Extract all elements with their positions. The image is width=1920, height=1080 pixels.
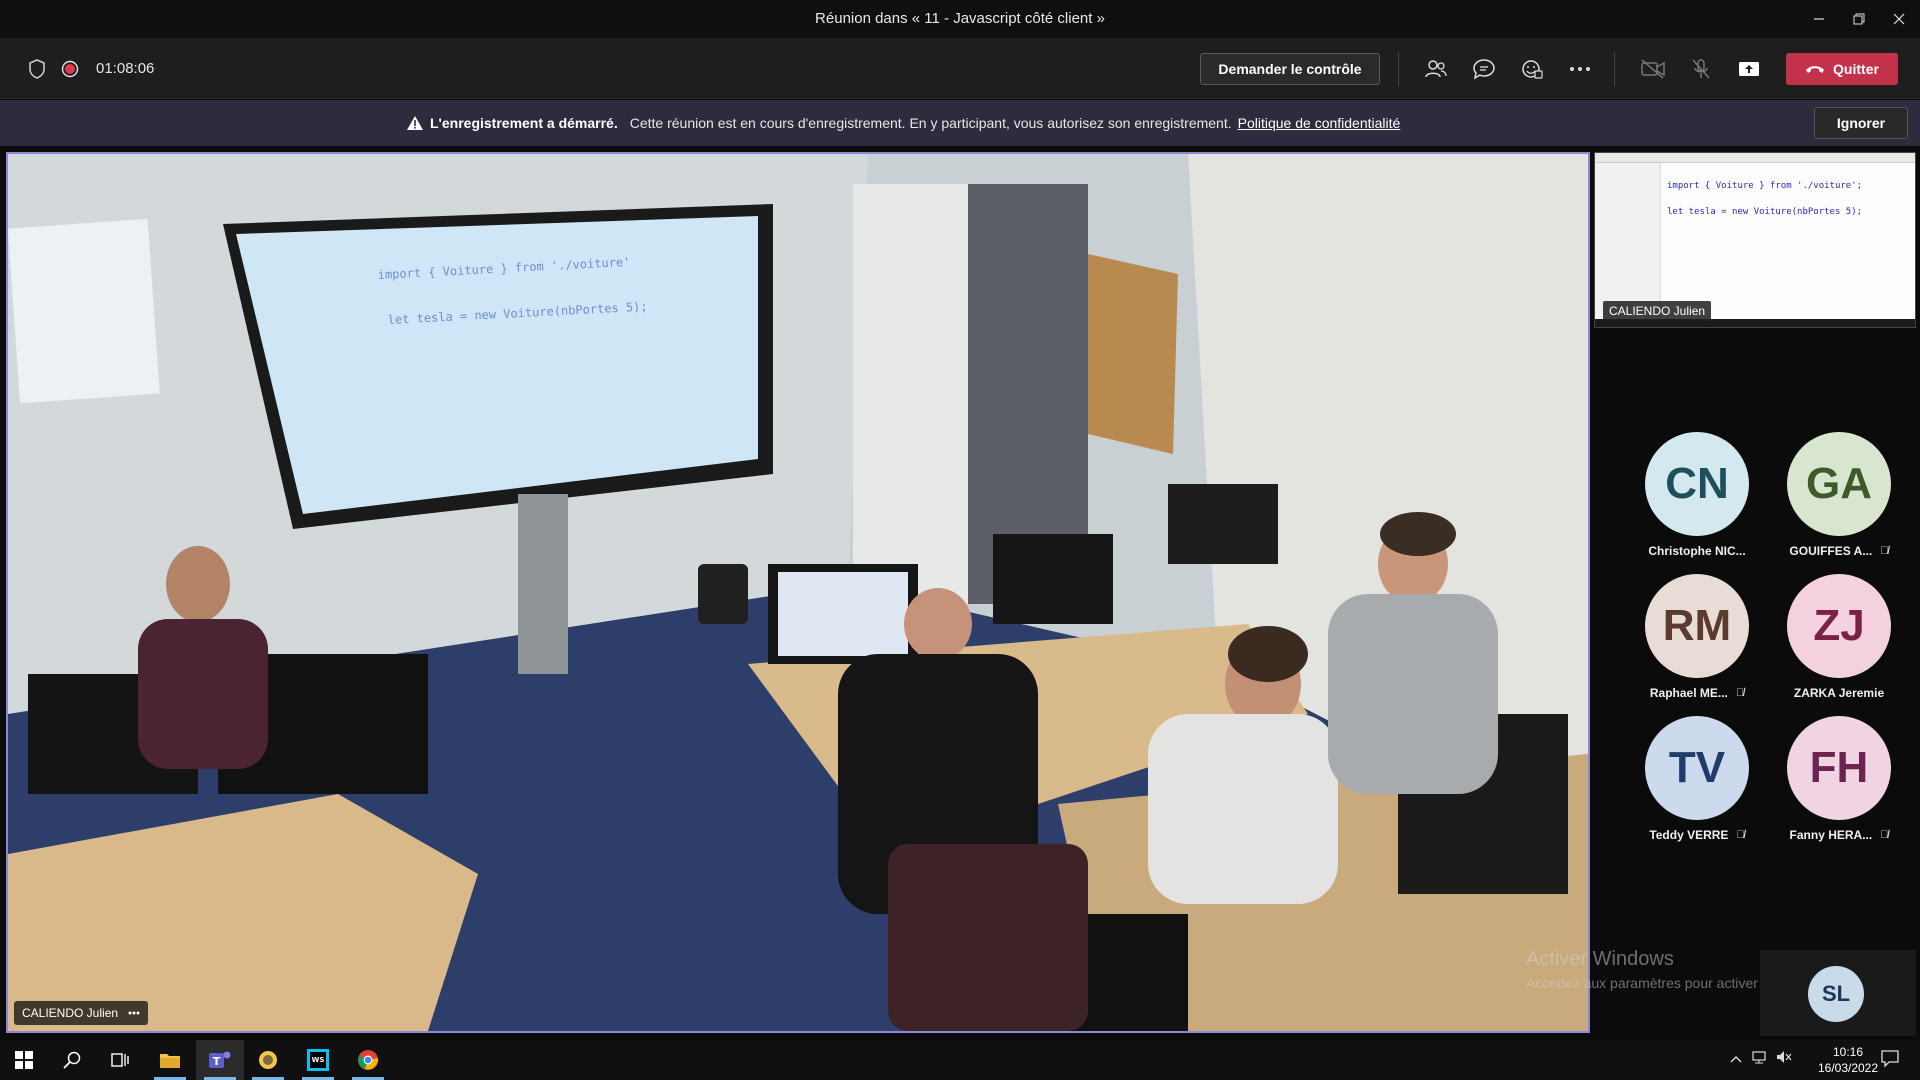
meeting-toolbar: 01:08:06 Demander le contrôle Quitter — [0, 38, 1920, 99]
main-video[interactable]: import { Voiture } from './voiture' let … — [6, 152, 1590, 1033]
request-control-button[interactable]: Demander le contrôle — [1200, 53, 1380, 85]
avatar: GA — [1787, 432, 1891, 536]
more-options-icon[interactable] — [1566, 56, 1594, 82]
mic-muted-icon: 🎙̸ — [1880, 545, 1889, 557]
search-icon — [63, 1051, 81, 1069]
reactions-icon[interactable] — [1518, 56, 1546, 82]
participant-name: Fanny HERA... — [1789, 828, 1873, 842]
task-view-icon — [111, 1053, 129, 1067]
participants-panel: import { Voiture } from './voiture'; let… — [1594, 152, 1920, 1036]
avatar: FH — [1787, 716, 1891, 820]
window-titlebar: Réunion dans « 11 - Javascript côté clie… — [0, 0, 1920, 38]
network-icon[interactable] — [1752, 1050, 1768, 1067]
system-clock[interactable]: 10:16 16/03/2022 — [1808, 1044, 1888, 1076]
mic-off-icon[interactable] — [1686, 56, 1716, 82]
restore-icon — [1853, 13, 1865, 25]
participant-tile[interactable]: CN Christophe NIC... — [1632, 432, 1762, 572]
participant-name: Christophe NIC... — [1648, 544, 1746, 558]
participants-icon[interactable] — [1422, 56, 1450, 82]
participant-tile[interactable]: TV Teddy VERRE 🎙̸ — [1632, 716, 1762, 856]
self-avatar: SL — [1808, 966, 1864, 1022]
shared-screen-owner: CALIENDO Julien — [1603, 301, 1712, 321]
leave-meeting-label: Quitter — [1833, 61, 1879, 77]
avatar: ZJ — [1787, 574, 1891, 678]
folder-icon — [160, 1054, 180, 1068]
shared-code: import { Voiture } from './voiture'; let… — [1667, 173, 1862, 225]
participant-name: ZARKA Jeremie — [1793, 686, 1885, 700]
avatar: CN — [1645, 432, 1749, 536]
start-button[interactable] — [0, 1040, 48, 1080]
divider — [1614, 52, 1615, 86]
mic-muted-icon: 🎙̸ — [1735, 687, 1745, 699]
app-icon — [259, 1051, 277, 1069]
close-window-button[interactable] — [1876, 0, 1920, 38]
speaker-muted-icon[interactable] — [1776, 1050, 1792, 1067]
window-title: Réunion dans « 11 - Javascript côté clie… — [815, 10, 1105, 27]
shared-editor-toolbar — [1595, 153, 1915, 163]
privacy-policy-link[interactable]: Politique de confidentialité — [1238, 115, 1401, 131]
speaker-name: CALIENDO Julien — [22, 1006, 119, 1020]
ignore-button[interactable]: Ignorer — [1814, 107, 1908, 139]
chrome-button[interactable] — [344, 1040, 392, 1080]
shared-editor-sidebar — [1595, 163, 1661, 323]
notifications-icon[interactable] — [1880, 1049, 1900, 1070]
chat-icon[interactable] — [1470, 56, 1498, 82]
participant-tile[interactable]: FH Fanny HERA... 🎙̸ — [1774, 716, 1904, 856]
search-button[interactable] — [48, 1040, 96, 1080]
recording-banner: L'enregistrement a démarré. Cette réunio… — [0, 100, 1920, 146]
avatar: RM — [1645, 574, 1749, 678]
webstorm-icon: WS — [307, 1049, 329, 1071]
camera-off-icon[interactable] — [1638, 56, 1668, 82]
file-explorer-button[interactable] — [146, 1040, 194, 1080]
chevron-up-icon[interactable] — [1730, 1050, 1742, 1066]
leave-meeting-button[interactable]: Quitter — [1786, 53, 1898, 85]
warning-icon — [407, 116, 423, 130]
teams-app-button[interactable]: T — [196, 1040, 244, 1080]
windows-taskbar: T WS 10:16 16/03/2022 — [0, 1040, 1920, 1080]
speaker-name-chip[interactable]: CALIENDO Julien — [14, 1001, 149, 1025]
svg-text:T: T — [213, 1055, 221, 1068]
recording-banner-title: L'enregistrement a démarré. — [430, 115, 618, 131]
recording-banner-text: L'enregistrement a démarré. Cette réunio… — [406, 115, 1400, 131]
shared-code-line-2: let tesla = new Voiture(nbPortes 5); — [1667, 207, 1863, 217]
classroom-video-frame: import { Voiture } from './voiture' let … — [8, 154, 1588, 1031]
participant-name: Raphael ME... — [1649, 686, 1728, 700]
minimize-icon — [1814, 18, 1824, 20]
mic-muted-icon: 🎙̸ — [1736, 829, 1745, 841]
share-screen-icon[interactable] — [1734, 56, 1764, 82]
divider — [1398, 52, 1399, 86]
recording-banner-message: Cette réunion est en cours d'enregistrem… — [629, 115, 1232, 131]
windows-logo-icon — [15, 1051, 33, 1069]
meeting-timer: 01:08:06 — [96, 60, 155, 77]
participant-name: GOUIFFES A... — [1789, 544, 1873, 558]
avatar: TV — [1645, 716, 1749, 820]
more-options-icon[interactable] — [128, 1011, 140, 1015]
hangup-icon — [1806, 66, 1825, 73]
mic-muted-icon: 🎙̸ — [1880, 829, 1889, 841]
task-view-button[interactable] — [96, 1040, 144, 1080]
recording-icon — [60, 59, 80, 79]
webstorm-button[interactable]: WS — [294, 1040, 342, 1080]
app-button[interactable] — [244, 1040, 292, 1080]
close-icon — [1893, 13, 1905, 25]
shared-screen-thumbnail[interactable]: import { Voiture } from './voiture'; let… — [1594, 152, 1916, 328]
svg-text:WS: WS — [312, 1056, 325, 1064]
shield-icon[interactable] — [26, 58, 48, 80]
clock-date: 16/03/2022 — [1817, 1061, 1879, 1075]
participant-name: Teddy VERRE — [1649, 828, 1729, 842]
participant-tile[interactable]: RM Raphael ME... 🎙̸ — [1632, 574, 1762, 714]
self-preview[interactable]: SL — [1760, 950, 1916, 1036]
shared-code-line-1: import { Voiture } from './voiture'; — [1667, 181, 1863, 191]
chrome-icon — [358, 1050, 379, 1070]
participant-tile[interactable]: GA GOUIFFES A... 🎙̸ — [1774, 432, 1904, 572]
participant-tile[interactable]: ZJ ZARKA Jeremie — [1774, 574, 1904, 714]
clock-time: 10:16 — [1832, 1045, 1864, 1059]
teams-icon: T — [209, 1051, 231, 1068]
